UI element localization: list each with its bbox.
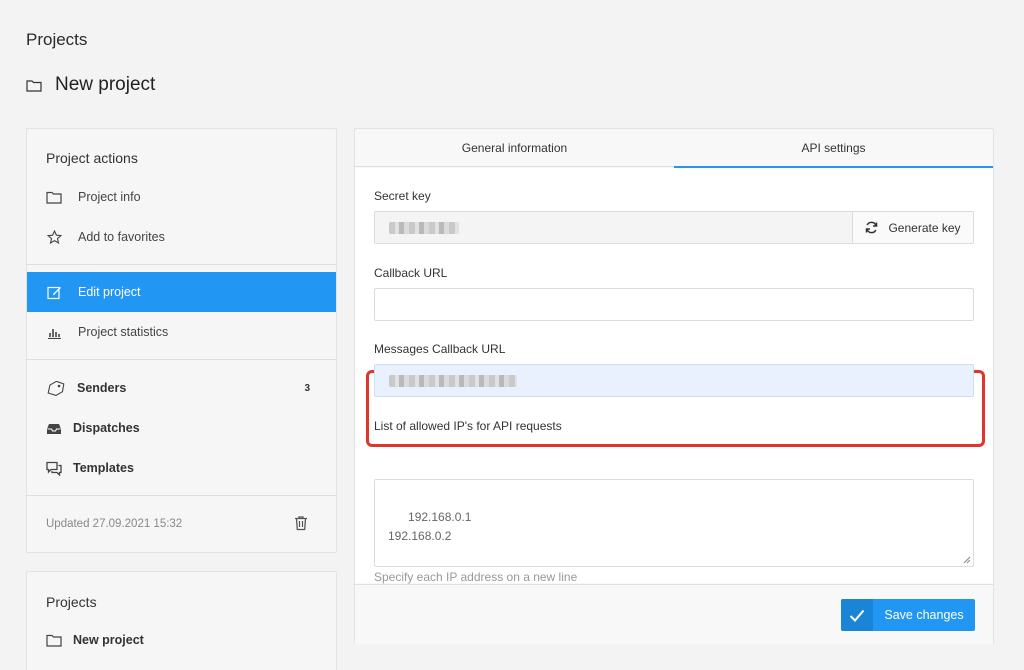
callback-url-label: Callback URL	[374, 266, 448, 280]
divider	[27, 495, 336, 496]
project-actions-card: Project actions Project info Add to favo…	[26, 128, 337, 553]
edit-icon	[46, 284, 62, 300]
projects-item-new-project[interactable]: New project	[27, 620, 336, 660]
folder-icon	[26, 79, 42, 92]
save-changes-label: Save changes	[884, 608, 964, 622]
sidebar-item-label: Edit project	[78, 285, 141, 299]
allowed-ips-placeholder: 192.168.0.1 192.168.0.2	[388, 510, 472, 543]
checkmark-icon	[841, 599, 873, 631]
secret-key-label: Secret key	[374, 189, 431, 203]
page-title: New project	[26, 74, 155, 96]
project-actions-heading: Project actions	[46, 150, 138, 166]
redacted-value	[389, 375, 517, 387]
sidebar-item-label: Dispatches	[73, 421, 140, 435]
page-title-text: New project	[55, 74, 156, 95]
tab-api-settings[interactable]: API settings	[674, 129, 993, 168]
projects-heading: Projects	[46, 594, 97, 610]
projects-card: Projects New project	[26, 571, 337, 670]
tag-icon	[46, 380, 66, 396]
secret-key-field[interactable]	[374, 211, 852, 244]
redacted-value	[389, 222, 459, 234]
sidebar-item-label: Senders	[77, 381, 127, 395]
inbox-icon	[46, 420, 62, 436]
save-changes-button[interactable]: Save changes	[841, 599, 975, 631]
generate-key-label: Generate key	[888, 220, 961, 235]
allowed-ips-textarea[interactable]: 192.168.0.1 192.168.0.2	[374, 479, 974, 567]
resize-handle-icon[interactable]	[963, 556, 971, 564]
sidebar-item-label: Templates	[73, 461, 134, 475]
sidebar-item-edit-project[interactable]: Edit project	[27, 272, 336, 312]
allowed-ips-label: List of allowed IP's for API requests	[374, 419, 562, 433]
api-settings-card: General information API settings Secret …	[354, 128, 994, 644]
callback-url-field[interactable]	[374, 288, 974, 321]
sidebar-item-project-statistics[interactable]: Project statistics	[27, 312, 336, 352]
trash-icon[interactable]	[293, 515, 309, 531]
bar-chart-icon	[46, 324, 62, 340]
divider	[27, 264, 336, 265]
sidebar-item-project-info[interactable]: Project info	[27, 177, 336, 217]
sidebar-item-templates[interactable]: Templates	[27, 448, 336, 488]
form-footer: Save changes	[355, 584, 993, 644]
generate-key-button[interactable]: Generate key	[852, 211, 974, 244]
sidebar-item-label: Add to favorites	[78, 230, 165, 244]
updated-timestamp: Updated 27.09.2021 15:32	[46, 518, 183, 530]
tabs: General information API settings	[355, 129, 993, 168]
folder-icon	[46, 189, 62, 205]
tab-general-information[interactable]: General information	[355, 129, 674, 167]
messages-callback-url-label: Messages Callback URL	[374, 342, 506, 356]
sidebar-item-senders[interactable]: Senders 3	[27, 368, 336, 408]
sidebar-item-add-favorites[interactable]: Add to favorites	[27, 217, 336, 257]
folder-icon	[46, 632, 62, 648]
projects-item-label: New project	[73, 633, 144, 647]
allowed-ips-hint: Specify each IP address on a new line	[374, 570, 578, 584]
messages-callback-url-field[interactable]	[374, 364, 974, 397]
api-settings-form: Secret key Generate key Callback URL Mes…	[355, 168, 993, 584]
refresh-icon	[866, 221, 878, 234]
sidebar-item-dispatches[interactable]: Dispatches	[27, 408, 336, 448]
star-icon	[46, 229, 62, 245]
sidebar-item-label: Project statistics	[78, 325, 169, 339]
breadcrumb[interactable]: Projects	[26, 30, 87, 50]
senders-count-badge: 3	[304, 382, 310, 394]
divider	[27, 359, 336, 360]
chat-icon	[46, 460, 62, 476]
sidebar-item-label: Project info	[78, 190, 141, 204]
